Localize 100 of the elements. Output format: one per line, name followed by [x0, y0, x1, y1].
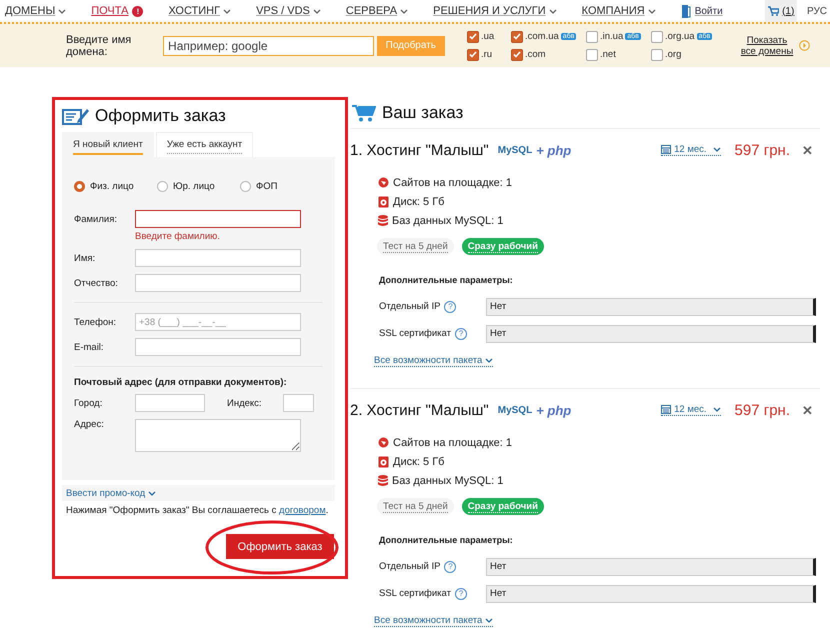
- more-link[interactable]: Все возможности пакета: [374, 615, 494, 627]
- zone-label: .ua: [481, 31, 494, 42]
- chevron-icon: [648, 8, 656, 14]
- checkbox[interactable]: [467, 30, 479, 42]
- mode-toggle[interactable]: Тест на 5 дней: [377, 238, 454, 255]
- cart-icon: [768, 6, 780, 16]
- option-label: Отдельный IP: [379, 301, 440, 312]
- remove-button[interactable]: ✕: [802, 142, 813, 158]
- nav-link[interactable]: КОМПАНИЯ: [582, 5, 656, 17]
- language-selector[interactable]: РУС: [797, 6, 830, 16]
- sites-icon: [378, 437, 389, 448]
- help-icon[interactable]: ?: [454, 328, 467, 340]
- zone-label: .com: [525, 49, 546, 60]
- field-label: Адрес:: [74, 419, 105, 430]
- select-field[interactable]: Нет: [486, 584, 816, 602]
- cart-button[interactable]: (1): [765, 0, 797, 22]
- radio-button[interactable]: [240, 180, 251, 192]
- field-label: Город:: [74, 398, 104, 408]
- domain-input[interactable]: Например: google: [163, 36, 374, 56]
- chevron-icon: [712, 407, 721, 412]
- radio-button[interactable]: [157, 180, 168, 192]
- select-field[interactable]: Нет: [486, 558, 816, 576]
- chevron-icon: [400, 8, 408, 14]
- radio-button[interactable]: [74, 180, 85, 192]
- submit-button[interactable]: Оформить заказ: [226, 534, 334, 559]
- form-title: Оформить заказ: [95, 106, 226, 126]
- field-label: Фамилия:: [74, 214, 118, 224]
- alert-badge: !: [132, 6, 144, 16]
- feature-text: Сайтов на площадке: 1: [393, 436, 512, 448]
- form-icon: [62, 106, 90, 126]
- checkbox[interactable]: [467, 48, 479, 60]
- period-selector[interactable]: 12 мес.: [661, 144, 721, 156]
- field-label: Отчество:: [74, 278, 119, 288]
- remove-button[interactable]: ✕: [802, 402, 813, 418]
- logo-text: + php: [536, 142, 572, 158]
- period-selector[interactable]: 12 мес.: [661, 404, 721, 416]
- zone-label: .com.ua: [525, 31, 559, 42]
- feature-text: Диск: 5 Гб: [393, 456, 444, 468]
- option-label: Отдельный IP: [379, 561, 440, 572]
- zone-label: .in.ua: [600, 31, 624, 42]
- help-icon[interactable]: ?: [444, 560, 456, 572]
- checkbox[interactable]: [511, 30, 523, 42]
- chevron-icon: [712, 147, 721, 152]
- nav-link[interactable]: СЕРВЕРА: [346, 5, 408, 17]
- database-icon: [378, 214, 388, 226]
- select-field[interactable]: Нет: [486, 324, 816, 342]
- calendar-icon: [661, 145, 672, 154]
- select-field[interactable]: Нет: [486, 298, 816, 316]
- order-title: Ваш заказ: [382, 102, 464, 122]
- chevron-icon: [223, 8, 232, 14]
- nav-link[interactable]: VPS / VDS: [256, 5, 321, 17]
- checkbox[interactable]: [511, 48, 523, 60]
- section-heading: Почтовый адрес (для отправки документов):: [74, 377, 288, 388]
- show-all-link[interactable]: Показать все домены: [739, 34, 795, 56]
- checkbox[interactable]: [651, 30, 663, 42]
- tab[interactable]: Уже есть аккаунт: [156, 132, 254, 157]
- feature-text: Диск: 5 Гб: [393, 196, 444, 208]
- field-label: E-mail:: [74, 342, 105, 352]
- field-label: Имя:: [74, 252, 96, 264]
- text-area[interactable]: [135, 419, 301, 452]
- cart-icon: [352, 104, 376, 122]
- help-icon[interactable]: ?: [444, 300, 456, 312]
- option-label: SSL сертификат: [379, 588, 451, 599]
- mode-toggle[interactable]: Тест на 5 дней: [377, 498, 454, 515]
- product-title: 2. Хостинг "Малыш": [350, 402, 489, 418]
- zone-label: .org.ua: [665, 31, 695, 42]
- checkbox[interactable]: [586, 30, 598, 42]
- text-field[interactable]: [135, 210, 301, 228]
- domain-label: Введите имя домена:: [66, 34, 132, 58]
- arrow-circle-icon[interactable]: [799, 40, 810, 51]
- agreement-text: Нажимая "Оформить заказ" Вы соглашаетесь с договором.: [66, 505, 330, 516]
- calendar-icon: [661, 405, 672, 414]
- nav-link[interactable]: РЕШЕНИЯ И УСЛУГИ: [433, 5, 557, 17]
- option-label: SSL сертификат: [379, 328, 451, 339]
- contract-link[interactable]: договором: [279, 505, 326, 516]
- price: 597 грн.: [734, 402, 790, 418]
- checkbox[interactable]: [586, 48, 598, 60]
- section-heading: Дополнительные параметры:: [379, 535, 514, 545]
- chevron-icon: [148, 490, 156, 496]
- zone-label: .org: [665, 49, 682, 60]
- login-link[interactable]: Войти: [694, 6, 723, 16]
- nav-link[interactable]: ПОЧТА !: [91, 5, 144, 17]
- door-icon[interactable]: [680, 4, 691, 18]
- chevron-icon: [548, 8, 557, 14]
- product-title: 1. Хостинг "Малыш": [350, 142, 489, 158]
- checkbox[interactable]: [651, 48, 663, 60]
- radio-label: ФОП: [256, 180, 278, 192]
- logo-text: + php: [536, 402, 572, 418]
- chevron-icon: [312, 8, 321, 14]
- help-icon[interactable]: ?: [454, 588, 467, 600]
- chevron-icon: [58, 8, 66, 14]
- price: 597 грн.: [734, 142, 790, 158]
- radio-label: Физ. лицо: [90, 180, 134, 192]
- sites-icon: [378, 177, 389, 188]
- more-link[interactable]: Все возможности пакета: [374, 355, 494, 367]
- tab[interactable]: Я новый клиент: [62, 132, 154, 157]
- nav-link[interactable]: ДОМЕНЫ: [5, 5, 66, 17]
- database-icon: [378, 474, 388, 486]
- nav-link[interactable]: ХОСТИНГ: [168, 5, 232, 17]
- field-label: Индекс:: [227, 398, 262, 408]
